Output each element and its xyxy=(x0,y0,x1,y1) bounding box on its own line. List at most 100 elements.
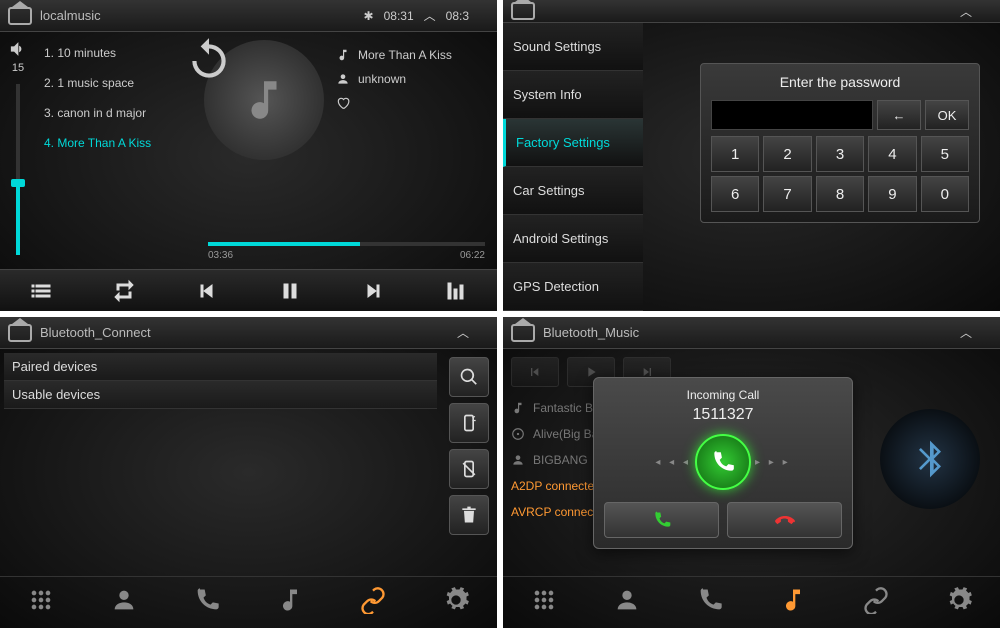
now-artist-row: unknown xyxy=(336,72,452,86)
music-note-icon xyxy=(276,586,304,614)
phone-icon xyxy=(710,449,736,475)
track-item[interactable]: 3. canon in d major xyxy=(40,98,192,128)
menu-car[interactable]: Car Settings xyxy=(503,167,643,215)
key-5[interactable]: 5 xyxy=(921,136,969,172)
link-icon xyxy=(862,586,890,614)
nav-link[interactable] xyxy=(862,586,890,619)
key-4[interactable]: 4 xyxy=(868,136,916,172)
key-3[interactable]: 3 xyxy=(816,136,864,172)
password-input[interactable] xyxy=(711,100,873,130)
next-button[interactable] xyxy=(361,279,385,303)
nav-settings[interactable] xyxy=(442,586,470,619)
call-title: Incoming Call xyxy=(604,388,842,402)
volume-slider[interactable] xyxy=(16,84,20,255)
track-item[interactable]: 1. 10 minutes xyxy=(40,38,192,68)
nav-contacts[interactable] xyxy=(110,586,138,619)
key-0[interactable]: 0 xyxy=(921,176,969,212)
answer-swipe[interactable] xyxy=(695,434,751,490)
volume-icon[interactable] xyxy=(9,40,27,58)
nav-history[interactable] xyxy=(193,586,221,619)
bt-artist: BIGBANG xyxy=(533,453,588,467)
device-list: Paired devices Usable devices xyxy=(0,349,441,576)
app-title: Bluetooth_Connect xyxy=(40,325,449,340)
disconnect-button[interactable] xyxy=(449,449,489,489)
pause-button[interactable] xyxy=(278,279,302,303)
a2dp-status: A2DP connected xyxy=(511,479,601,493)
menu-android[interactable]: Android Settings xyxy=(503,215,643,263)
bluetooth-icon: ✱ xyxy=(364,9,374,23)
nav-music[interactable] xyxy=(276,586,304,619)
nav-dialpad[interactable] xyxy=(530,586,558,619)
menu-sound[interactable]: Sound Settings xyxy=(503,23,643,71)
music-player-panel: localmusic ✱ 08:31 ︿ 08:3 15 1. 10 minut… xyxy=(0,0,497,311)
menu-system[interactable]: System Info xyxy=(503,71,643,119)
prev-button[interactable] xyxy=(195,279,219,303)
incoming-call-dialog: Incoming Call 1511327 ◂ ◂ ◂ ▸ ▸ ▸ xyxy=(593,377,853,549)
paired-devices-header[interactable]: Paired devices xyxy=(4,353,437,381)
menu-factory[interactable]: Factory Settings xyxy=(503,119,643,167)
clock: 08:31 xyxy=(384,9,414,23)
home-icon[interactable] xyxy=(511,324,535,342)
backspace-button[interactable]: ← xyxy=(877,100,921,130)
music-note-icon xyxy=(511,401,525,415)
dialog-title: Enter the password xyxy=(711,74,969,90)
heart-icon xyxy=(336,96,350,110)
prev-button[interactable] xyxy=(511,357,559,387)
nav-dialpad[interactable] xyxy=(27,586,55,619)
dots-left: ◂ ◂ ◂ xyxy=(655,457,691,468)
refresh-icon[interactable] xyxy=(184,36,234,86)
trash-icon xyxy=(459,505,479,525)
elapsed-time: 03:36 xyxy=(208,250,233,261)
topbar: ︿ xyxy=(503,0,1000,23)
person-icon xyxy=(511,453,525,467)
nav-contacts[interactable] xyxy=(613,586,641,619)
track-item[interactable]: 2. 1 music space xyxy=(40,68,192,98)
now-title-row: More Than A Kiss xyxy=(336,48,452,62)
gear-icon xyxy=(442,586,470,614)
repeat-button[interactable] xyxy=(112,279,136,303)
key-1[interactable]: 1 xyxy=(711,136,759,172)
search-button[interactable] xyxy=(449,357,489,397)
playlist-button[interactable] xyxy=(29,279,53,303)
decline-button[interactable] xyxy=(727,502,842,538)
equalizer-button[interactable] xyxy=(444,279,468,303)
disc-icon xyxy=(511,427,525,441)
nav-link[interactable] xyxy=(359,586,387,619)
home-icon[interactable] xyxy=(8,7,32,25)
progress-bar[interactable] xyxy=(208,242,485,246)
favorite-button[interactable] xyxy=(336,96,452,110)
key-8[interactable]: 8 xyxy=(816,176,864,212)
bluetooth-music-panel: Bluetooth_Music ︿ Fantastic Baby Alive(B… xyxy=(503,317,1000,628)
delete-button[interactable] xyxy=(449,495,489,535)
key-2[interactable]: 2 xyxy=(763,136,811,172)
phone-icon xyxy=(193,586,221,614)
dots-right: ▸ ▸ ▸ xyxy=(755,457,791,468)
nav-music[interactable] xyxy=(779,586,807,619)
person-icon xyxy=(336,72,350,86)
track-item[interactable]: 4. More Than A Kiss xyxy=(40,128,192,158)
usable-devices-header[interactable]: Usable devices xyxy=(4,381,437,409)
home-icon[interactable] xyxy=(8,324,32,342)
clock2: 08:3 xyxy=(446,9,469,23)
now-playing: More Than A Kiss unknown 03:3606:22 xyxy=(196,32,497,269)
connect-button[interactable] xyxy=(449,403,489,443)
key-9[interactable]: 9 xyxy=(868,176,916,212)
nav-settings[interactable] xyxy=(945,586,973,619)
nav-history[interactable] xyxy=(696,586,724,619)
ok-button[interactable]: OK xyxy=(925,100,969,130)
answer-button[interactable] xyxy=(604,502,719,538)
music-note-icon xyxy=(336,48,350,62)
bluetooth-icon xyxy=(908,437,952,481)
phone-decline-icon xyxy=(775,510,795,530)
key-6[interactable]: 6 xyxy=(711,176,759,212)
menu-gps[interactable]: GPS Detection xyxy=(503,263,643,311)
home-icon[interactable] xyxy=(511,2,535,20)
track-list: 1. 10 minutes 2. 1 music space 3. canon … xyxy=(36,32,196,269)
topbar: Bluetooth_Music ︿ xyxy=(503,317,1000,349)
search-icon xyxy=(459,367,479,387)
key-7[interactable]: 7 xyxy=(763,176,811,212)
dialpad-icon xyxy=(530,586,558,614)
music-note-icon xyxy=(779,586,807,614)
music-note-icon xyxy=(239,75,289,125)
settings-menu: Sound Settings System Info Factory Setti… xyxy=(503,23,643,311)
